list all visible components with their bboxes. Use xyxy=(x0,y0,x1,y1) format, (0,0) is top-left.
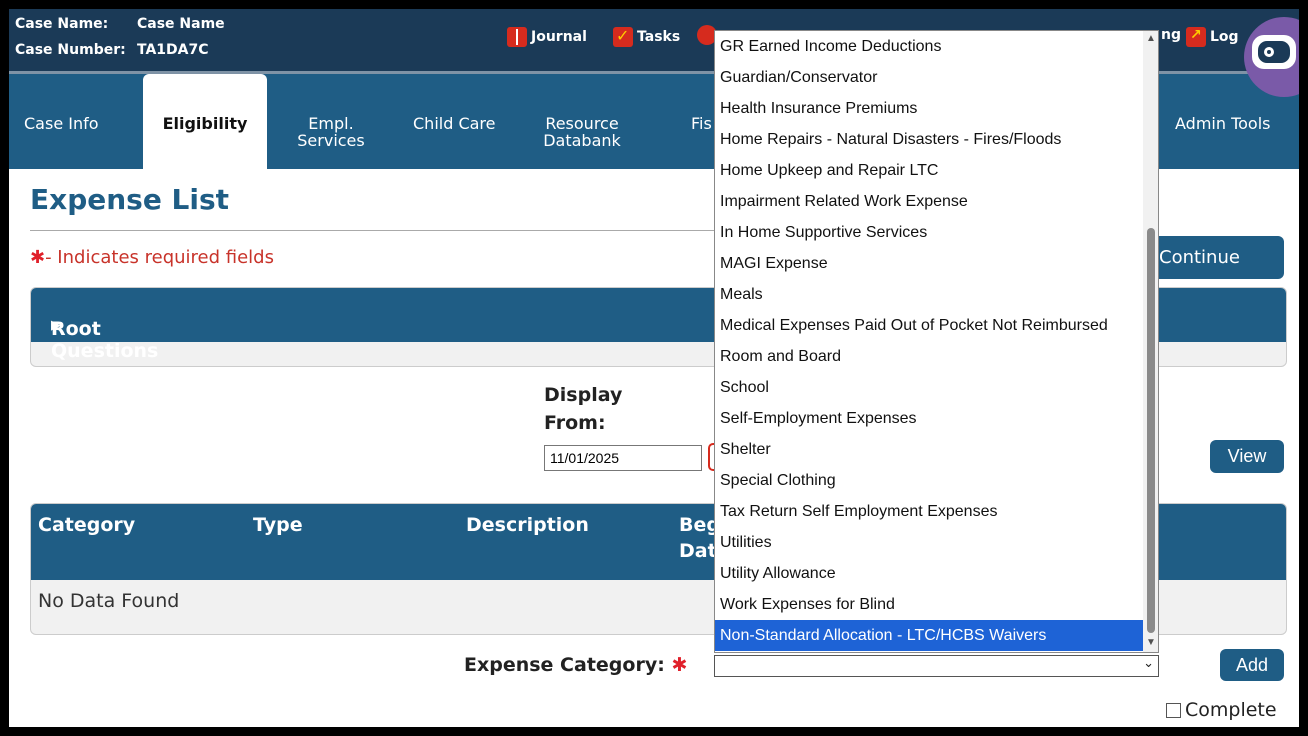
no-data-message: No Data Found xyxy=(38,590,180,612)
option-item[interactable]: MAGI Expense xyxy=(715,248,1143,279)
option-item[interactable]: School xyxy=(715,372,1143,403)
option-item[interactable]: Impairment Related Work Expense xyxy=(715,186,1143,217)
nav-fiscal[interactable]: Fis xyxy=(691,115,712,132)
required-star-icon: ✱ xyxy=(671,654,688,676)
option-item[interactable]: Utility Allowance xyxy=(715,558,1143,589)
option-item[interactable]: Shelter xyxy=(715,434,1143,465)
logout-label: Log xyxy=(1210,29,1239,45)
option-item[interactable]: Room and Board xyxy=(715,341,1143,372)
expense-category-label: Expense Category: ✱ xyxy=(464,654,687,676)
scroll-down-icon[interactable]: ▼ xyxy=(1146,637,1156,648)
option-item[interactable]: Tax Return Self Employment Expenses xyxy=(715,496,1143,527)
logout-link[interactable]: Log xyxy=(1186,27,1239,47)
option-item[interactable]: Special Clothing xyxy=(715,465,1143,496)
nav-resource-databank[interactable]: Resource Databank xyxy=(537,115,627,149)
complete-checkbox[interactable]: Complete xyxy=(1166,699,1277,721)
expense-category-select[interactable]: ⌄ xyxy=(714,655,1159,677)
checkbox-icon[interactable] xyxy=(1166,702,1181,718)
title-divider xyxy=(30,230,730,231)
tasks-icon xyxy=(613,26,633,47)
option-item[interactable]: GR Earned Income Deductions xyxy=(715,31,1143,62)
root-questions-label: Root Questions xyxy=(51,318,159,362)
display-from-line2: From: xyxy=(544,412,606,434)
page-title: Expense List xyxy=(30,183,230,216)
option-item[interactable]: Medical Expenses Paid Out of Pocket Not … xyxy=(715,310,1143,341)
col-description[interactable]: Description xyxy=(466,512,589,538)
assistant-avatar-icon[interactable] xyxy=(1244,13,1299,99)
view-button[interactable]: View xyxy=(1210,440,1284,473)
option-item[interactable]: Utilities xyxy=(715,527,1143,558)
nav-child-care[interactable]: Child Care xyxy=(413,115,496,132)
scrollbar-thumb[interactable] xyxy=(1147,228,1155,633)
expense-category-options[interactable]: GR Earned Income Deductions Guardian/Con… xyxy=(714,30,1159,653)
partial-link[interactable]: ng xyxy=(1161,27,1181,43)
display-from-input[interactable] xyxy=(544,445,702,471)
case-number-label: Case Number: xyxy=(15,42,126,58)
expense-category-text: Expense Category: xyxy=(464,654,665,676)
case-name-value: Case Name xyxy=(137,16,225,32)
required-star-icon: ✱ xyxy=(30,247,46,268)
continue-button[interactable]: Continue xyxy=(1151,236,1284,279)
option-item[interactable]: Self-Employment Expenses xyxy=(715,403,1143,434)
col-category[interactable]: Category xyxy=(38,512,135,538)
display-from-line1: Display xyxy=(544,384,623,406)
nav-empl-services[interactable]: Empl. Services xyxy=(289,115,373,149)
nav-case-info[interactable]: Case Info xyxy=(24,115,99,132)
logout-icon xyxy=(1186,27,1206,47)
col-type[interactable]: Type xyxy=(253,512,303,538)
option-item[interactable]: Home Upkeep and Repair LTC xyxy=(715,155,1143,186)
option-item[interactable]: Meals xyxy=(715,279,1143,310)
journal-icon xyxy=(507,27,527,47)
scroll-up-icon[interactable]: ▲ xyxy=(1146,33,1156,44)
required-note-text: - Indicates required fields xyxy=(45,247,274,268)
dropdown-scrollbar[interactable]: ▲ ▼ xyxy=(1143,31,1158,652)
complete-label: Complete xyxy=(1185,699,1277,721)
option-item[interactable]: Health Insurance Premiums xyxy=(715,93,1143,124)
tasks-label: Tasks xyxy=(637,29,681,45)
option-item-highlighted[interactable]: Non-Standard Allocation - LTC/HCBS Waive… xyxy=(715,620,1143,651)
partial-link-label: ng xyxy=(1161,27,1181,43)
option-item[interactable]: Guardian/Conservator xyxy=(715,62,1143,93)
option-item[interactable]: Work Expenses for Blind xyxy=(715,589,1143,620)
chevron-down-icon: ⌄ xyxy=(1143,656,1154,671)
option-item[interactable]: In Home Supportive Services xyxy=(715,217,1143,248)
add-button[interactable]: Add xyxy=(1220,649,1284,681)
option-item[interactable]: Home Repairs - Natural Disasters - Fires… xyxy=(715,124,1143,155)
nav-admin-tools[interactable]: Admin Tools xyxy=(1175,115,1271,132)
app-window: Case Name: Case Name Case Number: TA1DA7… xyxy=(9,9,1299,727)
case-number-value: TA1DA7C xyxy=(137,42,209,58)
journal-label: Journal xyxy=(531,29,587,45)
journal-link[interactable]: Journal xyxy=(507,27,587,47)
tasks-link[interactable]: Tasks xyxy=(613,26,681,47)
case-name-label: Case Name: xyxy=(15,16,109,32)
display-from-label: Display From: xyxy=(544,381,622,437)
nav-eligibility[interactable]: Eligibility xyxy=(143,74,267,169)
required-note: ✱- Indicates required fields xyxy=(30,247,274,268)
